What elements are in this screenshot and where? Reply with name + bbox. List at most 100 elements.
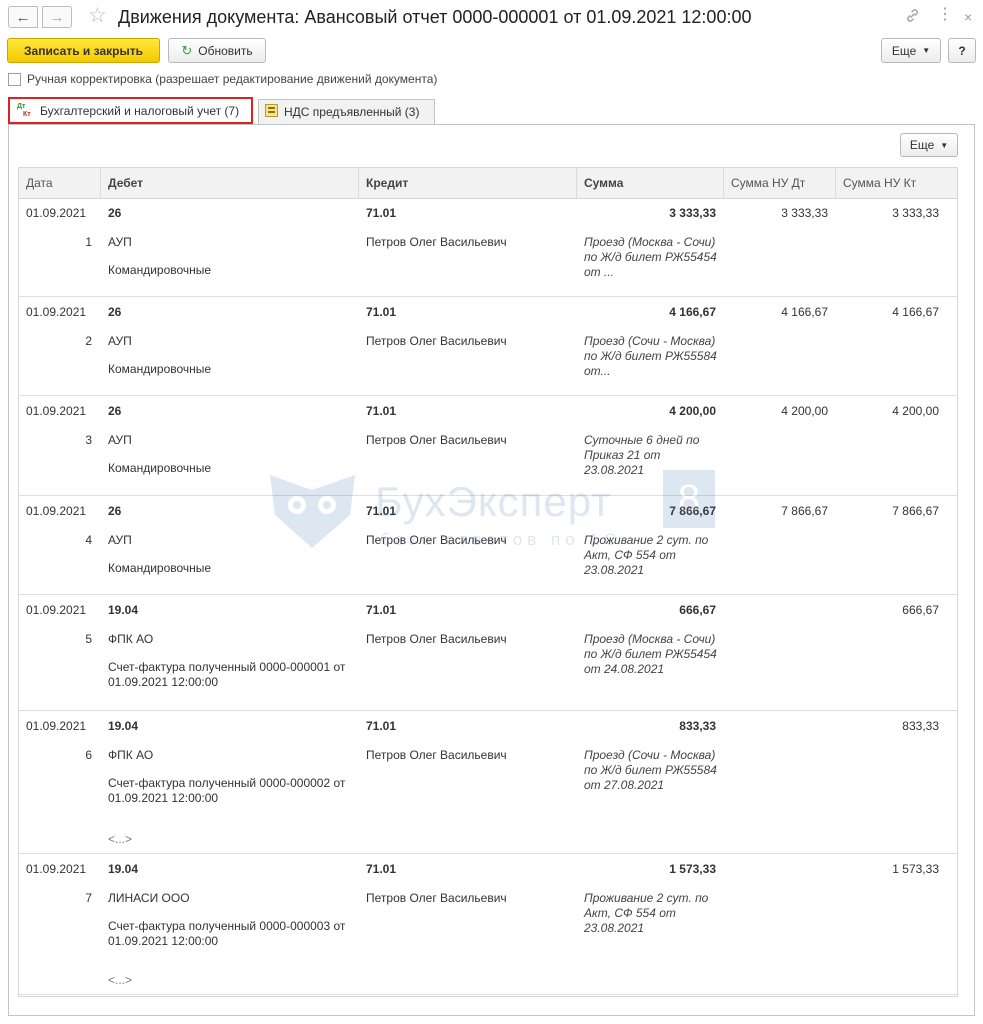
cell-credit-account: 71.01 bbox=[366, 404, 397, 418]
more-vert-icon[interactable]: ⋮ bbox=[937, 6, 953, 24]
cell-debit-account: 26 bbox=[108, 504, 122, 518]
cell-debit-subconto-1: ЛИНАСИ ООО bbox=[108, 891, 190, 905]
cell-sum: 4 200,00 bbox=[669, 404, 716, 418]
cell-date: 01.09.2021 bbox=[26, 206, 87, 220]
cell-line-number: 2 bbox=[85, 334, 92, 348]
more-label: Еще bbox=[891, 43, 917, 58]
cell-content: Суточные 6 дней по Приказ 21 от 23.08.20… bbox=[584, 433, 700, 477]
cell-date: 01.09.2021 bbox=[26, 862, 87, 876]
save-close-button[interactable]: Записать и закрыть bbox=[7, 38, 160, 63]
tab-panel: Еще ▼ Дата Дебет Кредит Сумма Сумма НУ Д… bbox=[8, 124, 975, 1016]
cell-debit-subconto-1: АУП bbox=[108, 235, 132, 249]
favorite-star-icon[interactable]: ☆ bbox=[88, 5, 107, 27]
cell-credit-account: 71.01 bbox=[366, 305, 397, 319]
cell-debit-subconto-2: Командировочные bbox=[108, 561, 212, 575]
cell-line-number: 1 bbox=[85, 235, 92, 249]
grid-more-button[interactable]: Еще ▼ bbox=[900, 133, 958, 157]
tab-vat-label: НДС предъявленный (3) bbox=[284, 105, 420, 119]
cell-credit-subconto: Петров Олег Васильевич bbox=[366, 891, 507, 905]
cell-credit-subconto: Петров Олег Васильевич bbox=[366, 334, 507, 348]
cell-date: 01.09.2021 bbox=[26, 305, 87, 319]
cell-nu-kt: 833,33 bbox=[902, 719, 939, 733]
cell-credit-account: 71.01 bbox=[366, 719, 397, 733]
cell-line-number: 6 bbox=[85, 748, 92, 762]
cell-content: Проживание 2 сут. по Акт, СФ 554 от 23.0… bbox=[584, 891, 709, 935]
cell-debit-account: 19.04 bbox=[108, 603, 139, 617]
table-row[interactable]: 01.09.2021 3 26 АУП Командировочные 71.01 Петр… bbox=[19, 396, 957, 496]
refresh-icon: ↻ bbox=[181, 42, 193, 58]
window-title: Движения документа: Авансовый отчет 0000… bbox=[118, 7, 752, 27]
cell-nu-kt: 666,67 bbox=[902, 603, 939, 617]
cell-content: Проезд (Москва - Сочи) по Ж/д билет РЖ55… bbox=[584, 632, 717, 676]
cell-credit-subconto: Петров Олег Васильевич bbox=[366, 433, 507, 447]
col-date[interactable]: Дата bbox=[19, 168, 101, 198]
col-debit[interactable]: Дебет bbox=[101, 168, 359, 198]
col-sum[interactable]: Сумма bbox=[577, 168, 724, 198]
cell-debit-subconto-2: Счет-фактура полученный 0000-000002 от 0… bbox=[108, 776, 346, 805]
col-nu-kt[interactable]: Сумма НУ Кт bbox=[836, 168, 957, 198]
table-row[interactable]: 01.09.2021 5 19.04 ФПК АО Счет-фактура получ… bbox=[19, 595, 957, 711]
manual-correction-label: Ручная корректировка (разрешает редактир… bbox=[27, 72, 438, 86]
col-nu-dt[interactable]: Сумма НУ Дт bbox=[724, 168, 836, 198]
cell-sum: 3 333,33 bbox=[669, 206, 716, 220]
help-button[interactable]: ? bbox=[948, 38, 976, 63]
toolbar: Записать и закрыть ↻ Обновить Еще ▼ ? bbox=[0, 38, 983, 64]
refresh-button[interactable]: ↻ Обновить bbox=[168, 38, 266, 63]
table-row[interactable]: 01.09.2021 7 19.04 ЛИНАСИ ООО Счет-фактура п… bbox=[19, 854, 957, 995]
cell-date: 01.09.2021 bbox=[26, 504, 87, 518]
cell-line-number: 7 bbox=[85, 891, 92, 905]
more-button[interactable]: Еще ▼ bbox=[881, 38, 941, 63]
cell-nu-kt: 7 866,67 bbox=[892, 504, 939, 518]
tab-bar: Дт Кт Бухгалтерский и налоговый учет (7) … bbox=[8, 97, 975, 124]
cell-debit-subconto-1: ФПК АО bbox=[108, 632, 154, 646]
cell-credit-account: 71.01 bbox=[366, 206, 397, 220]
cell-line-number: 5 bbox=[85, 632, 92, 646]
cell-credit-account: 71.01 bbox=[366, 504, 397, 518]
table-row[interactable]: 01.09.2021 6 19.04 ФПК АО Счет-фактура получ… bbox=[19, 711, 957, 854]
cell-date: 01.09.2021 bbox=[26, 603, 87, 617]
table-header: Дата Дебет Кредит Сумма Сумма НУ Дт Сумм… bbox=[19, 168, 957, 199]
cell-nu-kt: 4 200,00 bbox=[892, 404, 939, 418]
cell-debit-account: 26 bbox=[108, 404, 122, 418]
tab-vat[interactable]: НДС предъявленный (3) bbox=[258, 99, 435, 124]
cell-content: Проживание 2 сут. по Акт, СФ 554 от 23.0… bbox=[584, 533, 709, 577]
cell-debit-subconto-2: Командировочные bbox=[108, 263, 212, 277]
title-bar: ← → ☆ Движения документа: Авансовый отче… bbox=[0, 0, 983, 34]
cell-line-number: 3 bbox=[85, 433, 92, 447]
cell-sum: 1 573,33 bbox=[669, 862, 716, 876]
cell-date: 01.09.2021 bbox=[26, 404, 87, 418]
cell-more-indicator: <...> bbox=[108, 832, 133, 846]
forward-arrow-icon[interactable]: → bbox=[42, 6, 72, 28]
close-icon[interactable]: × bbox=[964, 8, 972, 26]
cell-nu-dt: 3 333,33 bbox=[781, 206, 828, 220]
scrollbar[interactable] bbox=[964, 218, 969, 988]
table-row[interactable]: 01.09.2021 4 26 АУП Командировочные 71.01 Петр… bbox=[19, 496, 957, 595]
refresh-label: Обновить bbox=[198, 43, 253, 58]
cell-debit-subconto-1: АУП bbox=[108, 433, 132, 447]
cell-credit-account: 71.01 bbox=[366, 862, 397, 876]
svg-text:Кт: Кт bbox=[23, 111, 31, 117]
svg-text:Дт: Дт bbox=[17, 103, 26, 110]
col-credit[interactable]: Кредит bbox=[359, 168, 577, 198]
cell-debit-subconto-2: Командировочные bbox=[108, 461, 212, 475]
table-row[interactable]: 01.09.2021 1 26 АУП Командировочные 71.01 Петр… bbox=[19, 198, 957, 297]
cell-credit-subconto: Петров Олег Васильевич bbox=[366, 748, 507, 762]
cell-content: Проезд (Сочи - Москва) по Ж/д билет РЖ55… bbox=[584, 748, 717, 792]
tab-accounting-label: Бухгалтерский и налоговый учет (7) bbox=[40, 103, 240, 118]
cell-debit-subconto-1: ФПК АО bbox=[108, 748, 154, 762]
cell-debit-subconto-2: Командировочные bbox=[108, 362, 212, 376]
link-icon[interactable] bbox=[905, 8, 920, 27]
cell-nu-kt: 3 333,33 bbox=[892, 206, 939, 220]
manual-correction-checkbox[interactable] bbox=[8, 72, 21, 86]
tab-accounting[interactable]: Дт Кт Бухгалтерский и налоговый учет (7) bbox=[8, 97, 253, 124]
back-arrow-icon[interactable]: ← bbox=[8, 6, 38, 28]
cell-line-number: 4 bbox=[85, 533, 92, 547]
dt-kt-icon: Дт Кт bbox=[16, 101, 34, 120]
manual-correction-row: Ручная корректировка (разрешает редактир… bbox=[8, 72, 437, 86]
cell-credit-subconto: Петров Олег Васильевич bbox=[366, 632, 507, 646]
table-row[interactable]: 01.09.2021 2 26 АУП Командировочные 71.01 Петр… bbox=[19, 297, 957, 396]
cell-more-indicator: <...> bbox=[108, 973, 133, 987]
dropdown-arrow-icon: ▼ bbox=[940, 140, 949, 150]
cell-credit-account: 71.01 bbox=[366, 603, 397, 617]
cell-nu-kt: 4 166,67 bbox=[892, 305, 939, 319]
